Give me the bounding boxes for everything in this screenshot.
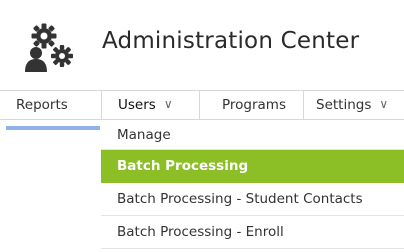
menu-item-label: Batch Processing - Enroll (117, 224, 284, 240)
tab-users[interactable]: Users ∨ (102, 91, 200, 119)
tab-settings-label: Settings (316, 97, 372, 113)
tab-reports[interactable]: Reports (0, 91, 102, 119)
tab-reports-label: Reports (16, 97, 68, 113)
main-nav: Reports Users ∨ Programs Settings ∨ (0, 90, 404, 120)
menu-item-manage[interactable]: Manage (101, 120, 404, 150)
tab-settings[interactable]: Settings ∨ (304, 91, 404, 119)
users-dropdown-menu: Manage Batch Processing Batch Processing… (101, 120, 404, 249)
menu-item-batch-processing[interactable]: Batch Processing (101, 150, 404, 183)
page-title: Administration Center (102, 28, 360, 54)
active-tab-indicator (6, 126, 100, 130)
tab-programs[interactable]: Programs (200, 91, 304, 119)
tab-users-label: Users (118, 97, 156, 113)
menu-item-label: Batch Processing (117, 158, 249, 174)
menu-item-batch-processing-student-contacts[interactable]: Batch Processing - Student Contacts (101, 183, 404, 216)
menu-item-batch-processing-enroll[interactable]: Batch Processing - Enroll (101, 216, 404, 249)
admin-gears-user-icon (22, 22, 82, 72)
app-header: Administration Center (0, 0, 404, 90)
menu-item-label: Manage (117, 126, 171, 143)
tab-programs-label: Programs (222, 97, 286, 113)
chevron-down-icon: ∨ (379, 97, 389, 111)
menu-item-label: Batch Processing - Student Contacts (117, 191, 363, 207)
chevron-down-icon: ∨ (163, 97, 173, 111)
